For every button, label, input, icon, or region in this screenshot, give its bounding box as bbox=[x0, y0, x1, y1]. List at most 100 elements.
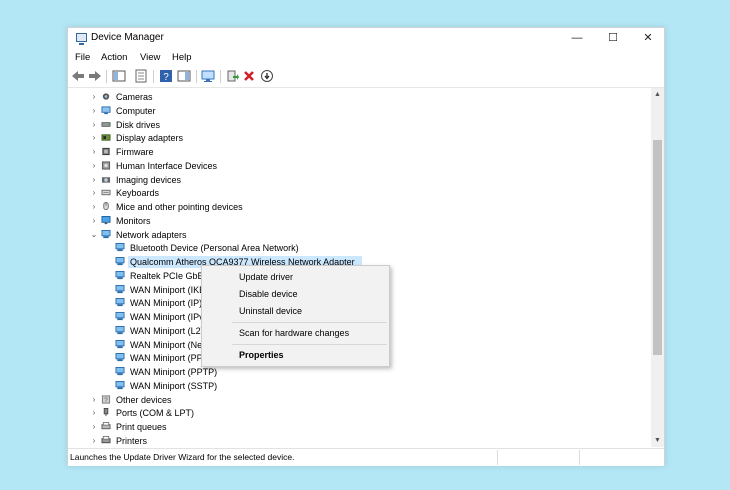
menu-view[interactable]: View bbox=[140, 52, 160, 63]
menu-help[interactable]: Help bbox=[172, 52, 192, 63]
chevron-right-icon[interactable]: › bbox=[90, 173, 98, 187]
tree-item-label: Keyboards bbox=[116, 188, 160, 199]
context-separator bbox=[232, 322, 387, 323]
menu-file[interactable]: File bbox=[75, 52, 90, 63]
display-adapter-icon bbox=[101, 134, 111, 141]
svg-text:?: ? bbox=[163, 72, 169, 83]
tree-device-row[interactable]: WAN Miniport (SSTP) bbox=[68, 379, 651, 393]
chevron-right-icon[interactable]: › bbox=[90, 104, 98, 118]
tree-category-row[interactable]: › Human Interface Devices bbox=[68, 159, 651, 173]
tree-item-label: Print queues bbox=[116, 422, 167, 432]
print-queue-icon bbox=[101, 422, 111, 430]
context-scan-hardware[interactable]: Scan for hardware changes bbox=[239, 328, 349, 338]
chevron-down-icon[interactable]: ⌄ bbox=[90, 228, 98, 242]
tree-item-label: Computer bbox=[116, 105, 156, 116]
chevron-right-icon[interactable]: › bbox=[90, 90, 98, 104]
device-manager-window: Device Manager — ☐ ✕ File Action View He… bbox=[67, 27, 665, 466]
scroll-down-arrow-icon[interactable]: ▼ bbox=[651, 434, 664, 447]
tree-category-row[interactable]: ⌄ Network adapters bbox=[68, 228, 651, 242]
chevron-right-icon[interactable]: › bbox=[90, 393, 98, 407]
network-adapter-icon bbox=[115, 243, 125, 252]
tree-category-row[interactable]: › Keyboards bbox=[68, 186, 651, 200]
network-adapter-icon bbox=[115, 298, 125, 307]
forward-arrow-icon[interactable] bbox=[88, 69, 102, 83]
tree-category-row[interactable]: ›? Other devices bbox=[68, 393, 651, 407]
tree-device-row[interactable]: Bluetooth Device (Personal Area Network) bbox=[68, 241, 651, 255]
chevron-right-icon[interactable]: › bbox=[90, 200, 98, 214]
back-arrow-icon[interactable] bbox=[71, 69, 85, 83]
update-driver-icon[interactable] bbox=[225, 69, 239, 83]
menu-bar: File Action View Help bbox=[68, 50, 664, 66]
menu-action[interactable]: Action bbox=[101, 52, 127, 63]
maximize-button[interactable]: ☐ bbox=[597, 28, 629, 48]
network-adapter-icon bbox=[115, 380, 125, 389]
vertical-scrollbar[interactable]: ▲ ▼ bbox=[651, 88, 664, 447]
network-adapter-icon bbox=[115, 325, 125, 334]
context-properties[interactable]: Properties bbox=[239, 350, 284, 360]
tree-item-label: Other devices bbox=[116, 394, 172, 405]
toolbar-separator bbox=[196, 70, 197, 83]
tree-item-label: Firmware bbox=[116, 147, 154, 157]
minimize-button[interactable]: — bbox=[561, 28, 593, 48]
chevron-right-icon[interactable]: › bbox=[90, 214, 98, 228]
toolbar-separator bbox=[153, 70, 154, 83]
tree-category-row[interactable]: › Ports (COM & LPT) bbox=[68, 406, 651, 420]
disable-device-icon[interactable] bbox=[260, 69, 274, 83]
scroll-up-arrow-icon[interactable]: ▲ bbox=[651, 88, 664, 101]
tree-category-row[interactable]: › Mice and other pointing devices bbox=[68, 200, 651, 214]
tree-item-label: WAN Miniport (Netw bbox=[130, 339, 212, 350]
tree-item-label: Bluetooth Device (Personal Area Network) bbox=[130, 243, 299, 254]
chevron-right-icon[interactable]: › bbox=[90, 145, 98, 159]
chevron-right-icon[interactable]: › bbox=[90, 186, 98, 200]
tree-item-label: WAN Miniport (L2TP bbox=[130, 325, 213, 336]
chevron-right-icon[interactable]: › bbox=[90, 159, 98, 173]
tree-item-label: Ports (COM & LPT) bbox=[116, 408, 195, 419]
network-adapter-icon bbox=[115, 270, 125, 279]
device-manager-icon bbox=[76, 33, 87, 45]
action-pane-icon[interactable] bbox=[177, 69, 191, 83]
chevron-right-icon[interactable]: › bbox=[90, 118, 98, 132]
tree-category-row[interactable]: › Printers bbox=[68, 434, 651, 447]
tree-category-row[interactable]: › Print queues bbox=[68, 420, 651, 434]
tree-category-row[interactable]: › Firmware bbox=[68, 145, 651, 159]
network-adapter-icon bbox=[115, 367, 125, 376]
tree-device-row[interactable]: WAN Miniport (PPTP) bbox=[68, 365, 651, 379]
toolbar-separator bbox=[106, 70, 107, 83]
help-icon[interactable]: ? bbox=[159, 69, 173, 83]
chevron-right-icon[interactable]: › bbox=[90, 406, 98, 420]
close-button[interactable]: ✕ bbox=[632, 28, 664, 48]
mouse-icon bbox=[103, 202, 109, 211]
status-bar: Launches the Update Driver Wizard for th… bbox=[68, 448, 664, 466]
context-menu: Update driver Disable device Uninstall d… bbox=[201, 265, 390, 367]
tree-category-row[interactable]: › Display adapters bbox=[68, 131, 651, 145]
tree-item-label: Monitors bbox=[116, 215, 151, 226]
tree-item-label: WAN Miniport (IKEv bbox=[130, 284, 210, 295]
context-uninstall-device[interactable]: Uninstall device bbox=[239, 306, 302, 316]
uninstall-device-icon[interactable] bbox=[242, 69, 256, 83]
firmware-icon bbox=[102, 147, 110, 156]
tree-category-row[interactable]: › Disk drives bbox=[68, 118, 651, 132]
tree-category-row[interactable]: › Imaging devices bbox=[68, 173, 651, 187]
chevron-right-icon[interactable]: › bbox=[90, 420, 98, 434]
tree-category-row[interactable]: › Monitors bbox=[68, 214, 651, 228]
tree-item-label: Mice and other pointing devices bbox=[116, 202, 243, 212]
properties-icon[interactable] bbox=[134, 69, 148, 83]
scrollbar-thumb[interactable] bbox=[653, 140, 662, 355]
context-disable-device[interactable]: Disable device bbox=[239, 289, 298, 299]
printer-icon bbox=[101, 435, 111, 443]
tree-category-row[interactable]: › Cameras bbox=[68, 90, 651, 104]
chevron-right-icon[interactable]: › bbox=[90, 131, 98, 145]
show-hide-tree-icon[interactable] bbox=[112, 69, 126, 83]
disk-drive-icon bbox=[101, 121, 111, 127]
monitor-icon bbox=[101, 215, 111, 224]
tree-item-label: Imaging devices bbox=[116, 174, 182, 185]
context-update-driver[interactable]: Update driver bbox=[239, 272, 293, 282]
tree-category-row[interactable]: › Computer bbox=[68, 104, 651, 118]
status-divider bbox=[579, 450, 580, 465]
network-adapter-icon bbox=[115, 312, 125, 321]
tree-item-label: Display adapters bbox=[116, 133, 184, 144]
scan-hardware-icon[interactable] bbox=[201, 69, 215, 83]
chevron-right-icon[interactable]: › bbox=[90, 434, 98, 447]
toolbar: ? bbox=[68, 67, 664, 88]
tree-item-label: WAN Miniport (PPP bbox=[130, 353, 209, 364]
